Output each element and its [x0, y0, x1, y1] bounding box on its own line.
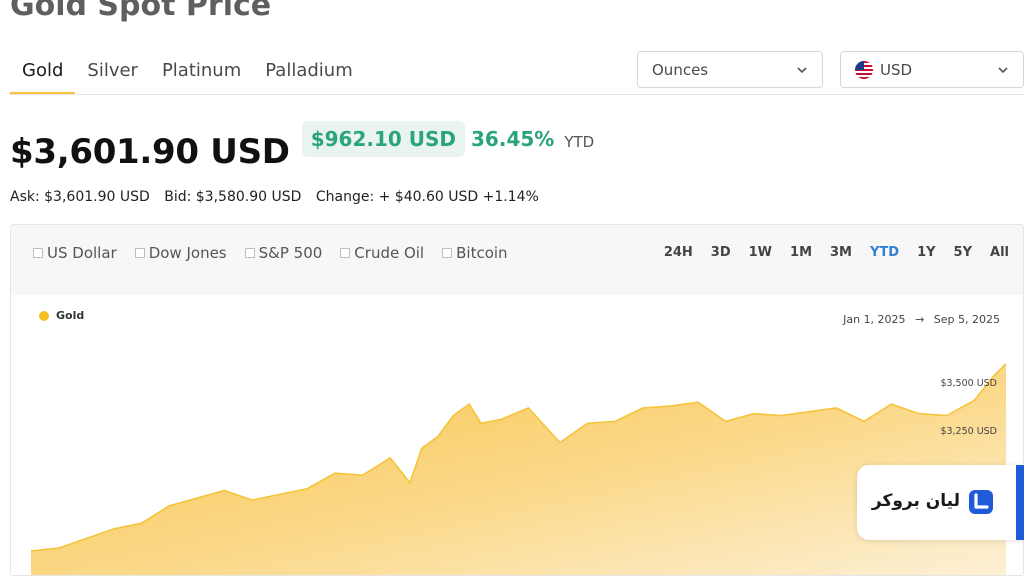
- unit-select[interactable]: Ounces: [637, 51, 823, 88]
- metal-tabs: Gold Silver Platinum Palladium: [10, 50, 365, 95]
- chevron-down-icon: [797, 66, 807, 73]
- tab-platinum[interactable]: Platinum: [150, 50, 253, 95]
- range-ytd[interactable]: YTD: [870, 245, 899, 260]
- arrow-right-icon: →: [915, 313, 925, 326]
- checkbox[interactable]: [244, 248, 255, 258]
- compare-us-dollar[interactable]: US Dollar: [33, 244, 117, 262]
- currency-select[interactable]: USD: [840, 51, 1024, 88]
- current-price: $3,601.90 USD: [10, 132, 290, 172]
- y-tick-3250: $3,250 USD: [940, 426, 997, 437]
- change-percent: 36.45%: [471, 127, 555, 151]
- change-period-label: YTD: [564, 133, 595, 151]
- legend-dot-icon: [39, 310, 49, 321]
- compare-sp-500[interactable]: S&P 500: [244, 244, 323, 262]
- compare-label: Dow Jones: [148, 244, 227, 262]
- date-to: Sep 5, 2025: [933, 313, 1000, 326]
- tabs-divider: [10, 94, 1024, 95]
- date-from: Jan 1, 2025: [843, 313, 906, 326]
- page-title: Gold Spot Price: [10, 0, 272, 23]
- change-amount-badge: $962.10 USD: [301, 121, 466, 157]
- checkbox[interactable]: [442, 248, 453, 258]
- price-row: $3,601.90 USD $962.10 USD 36.45% YTD: [10, 120, 594, 172]
- checkbox[interactable]: [33, 248, 43, 258]
- compare-bitcoin[interactable]: Bitcoin: [442, 244, 508, 262]
- compare-options: US Dollar Dow Jones S&P 500 Crude Oil Bi…: [33, 244, 526, 262]
- unit-select-value: Ounces: [652, 60, 709, 79]
- range-1m[interactable]: 1M: [790, 245, 812, 260]
- compare-label: Crude Oil: [354, 244, 425, 262]
- watermark-accent-bar: [1016, 465, 1024, 540]
- watermark-logo-text: لیان بروکر: [871, 491, 960, 511]
- range-1w[interactable]: 1W: [749, 245, 772, 260]
- broker-watermark: لیان بروکر: [857, 465, 1024, 540]
- tab-silver[interactable]: Silver: [75, 50, 150, 95]
- range-all[interactable]: All: [990, 245, 1009, 260]
- chart-legend: Gold: [39, 309, 84, 322]
- checkbox[interactable]: [340, 248, 351, 258]
- compare-dow-jones[interactable]: Dow Jones: [134, 244, 227, 262]
- ask-price: Ask: $3,601.90 USD: [10, 189, 150, 205]
- daily-change: Change: + $40.60 USD +1.14%: [315, 189, 539, 205]
- compare-label: S&P 500: [258, 244, 323, 262]
- y-tick-3500: $3,500 USD: [940, 378, 997, 389]
- checkbox[interactable]: [134, 248, 145, 258]
- tab-palladium[interactable]: Palladium: [253, 50, 364, 95]
- compare-label: US Dollar: [47, 244, 117, 262]
- tab-gold[interactable]: Gold: [10, 50, 76, 95]
- range-1y[interactable]: 1Y: [917, 245, 935, 260]
- chart-date-range: Jan 1, 2025 → Sep 5, 2025: [840, 313, 1003, 326]
- range-3m[interactable]: 3M: [830, 245, 852, 260]
- range-3d[interactable]: 3D: [711, 245, 731, 260]
- currency-select-value: USD: [880, 60, 913, 79]
- chevron-down-icon: [998, 66, 1008, 73]
- legend-label: Gold: [56, 309, 85, 322]
- quote-line: Ask: $3,601.90 USD Bid: $3,580.90 USD Ch…: [10, 189, 549, 205]
- compare-label: Bitcoin: [456, 244, 508, 262]
- range-24h[interactable]: 24H: [664, 245, 693, 260]
- time-range-selector: 24H 3D 1W 1M 3M YTD 1Y 5Y All: [646, 245, 1009, 260]
- broker-logo-icon: [969, 490, 993, 514]
- compare-crude-oil[interactable]: Crude Oil: [340, 244, 424, 262]
- us-flag-icon: [855, 60, 873, 79]
- range-5y[interactable]: 5Y: [954, 245, 972, 260]
- bid-price: Bid: $3,580.90 USD: [164, 189, 302, 205]
